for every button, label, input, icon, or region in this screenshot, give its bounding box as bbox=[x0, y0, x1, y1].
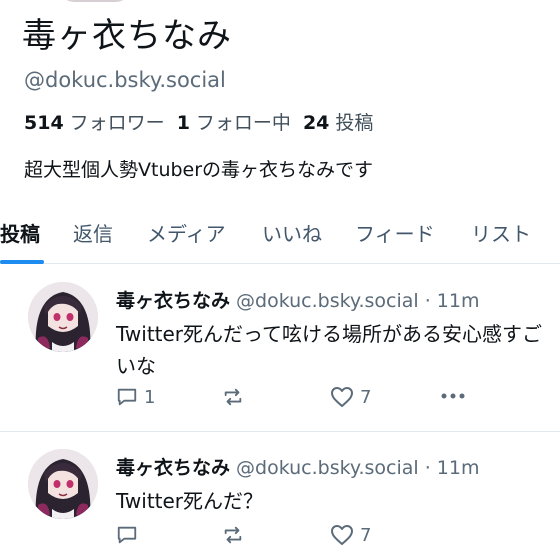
repost-icon bbox=[222, 524, 244, 546]
posts-count: 24 bbox=[302, 112, 330, 134]
like-button[interactable]: 7 bbox=[330, 524, 371, 546]
like-count: 7 bbox=[360, 524, 372, 546]
profile-stats: 514 フォロワー 1 フォロー中 24 投稿 bbox=[24, 108, 373, 135]
post-header: 毒ヶ衣ちなみ @dokuc.bsky.social · 11m bbox=[116, 453, 479, 480]
posts-stat: 24 投稿 bbox=[303, 108, 373, 135]
avatar[interactable] bbox=[28, 282, 98, 352]
feed-post[interactable]: 毒ヶ衣ちなみ @dokuc.bsky.social · 11m Twitter死ん… bbox=[0, 266, 560, 432]
more-button[interactable] bbox=[440, 392, 466, 400]
reply-icon bbox=[116, 386, 138, 408]
like-icon bbox=[330, 524, 354, 546]
profile-bio: 超大型個人勢Vtuberの毒ヶ衣ちなみです bbox=[24, 159, 374, 181]
repost-button[interactable] bbox=[222, 386, 244, 408]
profile-handle: @dokuc.bsky.social bbox=[24, 68, 226, 92]
followers-stat[interactable]: 514 フォロワー bbox=[24, 108, 165, 135]
reply-icon bbox=[116, 524, 138, 546]
like-button[interactable]: 7 bbox=[330, 386, 371, 408]
post-author[interactable]: 毒ヶ衣ちなみ bbox=[116, 457, 230, 479]
profile-avatar-edge[interactable] bbox=[60, 0, 130, 2]
post-text: Twitter死んだって呟ける場所がある安心感すごいな bbox=[116, 322, 543, 378]
reply-button[interactable]: 1 bbox=[116, 386, 155, 408]
avatar[interactable] bbox=[28, 449, 98, 519]
tab-media[interactable]: メディア bbox=[147, 218, 226, 247]
followers-label: フォロワー bbox=[69, 112, 165, 134]
tab-feeds[interactable]: フィード bbox=[355, 218, 435, 247]
repost-button[interactable] bbox=[222, 524, 244, 546]
profile-tabs: 投稿 返信 メディア いいね フィード リスト bbox=[0, 212, 560, 264]
feed-post[interactable]: 毒ヶ衣ちなみ @dokuc.bsky.social · 11m Twitter死ん… bbox=[0, 433, 560, 560]
following-count: 1 bbox=[176, 112, 190, 134]
post-actions: 1 7 bbox=[116, 386, 496, 412]
post-author[interactable]: 毒ヶ衣ちなみ bbox=[116, 290, 230, 312]
active-tab-indicator bbox=[0, 260, 44, 264]
post-meta: @dokuc.bsky.social · 11m bbox=[236, 290, 480, 312]
following-stat[interactable]: 1 フォロー中 bbox=[177, 108, 291, 135]
more-icon bbox=[440, 392, 466, 400]
followers-count: 514 bbox=[24, 112, 64, 134]
tab-likes[interactable]: いいね bbox=[262, 218, 322, 247]
like-count: 7 bbox=[360, 386, 372, 408]
reply-count: 1 bbox=[144, 386, 156, 408]
profile-display-name: 毒ヶ衣ちなみ bbox=[22, 16, 232, 56]
post-actions: 7 bbox=[116, 524, 496, 550]
post-text: Twitter死んだ？ bbox=[116, 489, 264, 513]
posts-label: 投稿 bbox=[335, 112, 374, 134]
like-icon bbox=[330, 386, 354, 408]
tab-lists[interactable]: リスト bbox=[471, 218, 531, 247]
following-label: フォロー中 bbox=[195, 112, 291, 134]
repost-icon bbox=[222, 386, 244, 408]
tab-posts[interactable]: 投稿 bbox=[0, 218, 40, 247]
post-meta: @dokuc.bsky.social · 11m bbox=[236, 457, 480, 479]
post-header: 毒ヶ衣ちなみ @dokuc.bsky.social · 11m bbox=[116, 286, 479, 313]
reply-button[interactable] bbox=[116, 524, 144, 546]
tab-replies[interactable]: 返信 bbox=[73, 218, 113, 247]
